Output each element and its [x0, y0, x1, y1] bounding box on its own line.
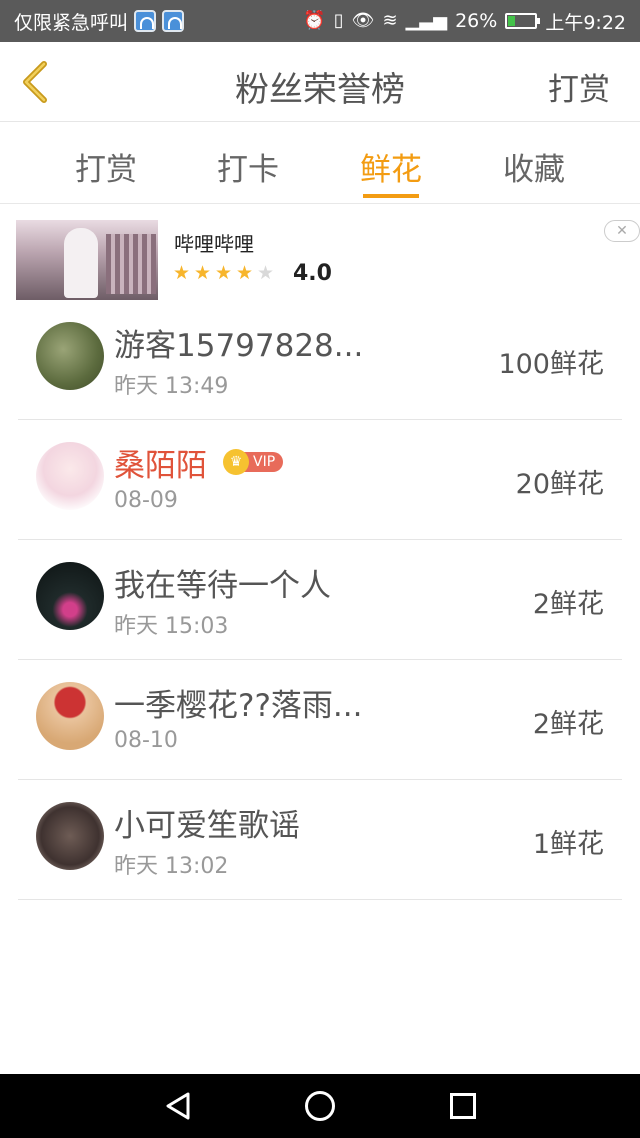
avatar[interactable] [36, 442, 104, 510]
ad-thumbnail [16, 220, 158, 300]
nav-recent-apps-icon[interactable] [450, 1093, 476, 1119]
header: 粉丝荣誉榜 打赏 [0, 42, 640, 122]
tab-reward[interactable]: 打赏 [51, 144, 161, 189]
status-emergency-text: 仅限紧急呼叫 [14, 11, 129, 34]
ad-thumbnail-figure [64, 228, 98, 298]
tab-label: 打赏 [75, 152, 137, 188]
star-icon: ★ [173, 262, 191, 284]
ad-banner[interactable]: 哔哩哔哩 ★ ★ ★ ★ ★ 4.0 ✕ [16, 220, 640, 300]
list-item[interactable]: 一季樱花??落雨... 08-10 2鲜花 [18, 660, 622, 780]
user-date: 昨天 13:49 [114, 374, 229, 399]
nav-back-icon[interactable] [164, 1092, 192, 1120]
tab-flowers[interactable]: 鲜花 [336, 144, 446, 198]
user-date: 昨天 13:02 [114, 854, 229, 879]
signal-icon: ▁▃▅ [405, 10, 448, 31]
flower-count: 2鲜花 [532, 589, 604, 620]
tab-favorites[interactable]: 收藏 [479, 144, 589, 189]
ad-close-icon[interactable]: ✕ [604, 220, 640, 242]
tab-checkin[interactable]: 打卡 [193, 144, 303, 189]
flower-count: 1鲜花 [532, 829, 604, 860]
user-name: 一季樱花??落雨... [114, 688, 363, 724]
vip-badge: ♛ VIP [223, 449, 284, 475]
flower-count: 100鲜花 [498, 349, 604, 380]
tab-label: 收藏 [503, 152, 565, 188]
status-bar: 仅限紧急呼叫 ⏰ ▯ 👁 ≋ ▁▃▅ 26% 上午9:22 [0, 0, 640, 42]
tab-underline [363, 194, 419, 198]
tab-bar: 打赏 打卡 鲜花 收藏 [0, 122, 640, 204]
fan-list: 游客15797828... 昨天 13:49 100鲜花 桑陌陌 ♛ VIP 0… [18, 300, 622, 900]
user-date: 08-09 [114, 488, 178, 513]
battery-percent: 26% [455, 10, 498, 32]
flower-count: 20鲜花 [515, 469, 604, 500]
eye-icon: 👁 [351, 10, 375, 31]
user-name: 桑陌陌 [114, 448, 207, 484]
wifi-icon: ≋ [382, 10, 398, 31]
user-name: 我在等待一个人 [114, 568, 331, 604]
vip-label: VIP [243, 452, 284, 472]
ad-rating-value: 4.0 [293, 261, 332, 286]
crown-icon: ♛ [223, 449, 249, 475]
list-item[interactable]: 桑陌陌 ♛ VIP 08-09 20鲜花 [18, 420, 622, 540]
battery-icon [505, 13, 541, 29]
user-date: 08-10 [114, 728, 178, 753]
star-icon: ★ [215, 262, 233, 284]
star-icon: ★ [194, 262, 212, 284]
ad-rating-stars: ★ ★ ★ ★ ★ [173, 262, 275, 284]
nav-home-icon[interactable] [305, 1091, 335, 1121]
user-date: 昨天 15:03 [114, 614, 229, 639]
user-name: 游客15797828... [114, 328, 364, 364]
ad-thumbnail-rack [106, 234, 156, 294]
avatar[interactable] [36, 682, 104, 750]
tab-label: 打卡 [217, 152, 279, 188]
list-item[interactable]: 小可爱笙歌谣 昨天 13:02 1鲜花 [18, 780, 622, 900]
tab-label: 鲜花 [360, 152, 422, 188]
app-notification-icon [162, 10, 185, 32]
star-icon: ★ [257, 262, 275, 284]
status-time: 上午9:22 [545, 11, 626, 34]
alarm-icon: ⏰ [303, 10, 326, 31]
avatar[interactable] [36, 322, 104, 390]
flower-count: 2鲜花 [532, 709, 604, 740]
list-item[interactable]: 游客15797828... 昨天 13:49 100鲜花 [18, 300, 622, 420]
list-item[interactable]: 我在等待一个人 昨天 15:03 2鲜花 [18, 540, 622, 660]
user-name: 小可爱笙歌谣 [114, 808, 300, 844]
reward-button[interactable]: 打赏 [548, 64, 610, 109]
page-title: 粉丝荣誉榜 [235, 70, 405, 110]
avatar[interactable] [36, 562, 104, 630]
system-nav-bar [0, 1074, 640, 1138]
ad-app-name: 哔哩哔哩 [174, 232, 254, 256]
avatar[interactable] [36, 802, 104, 870]
star-icon: ★ [236, 262, 254, 284]
app-notification-icon [134, 10, 157, 32]
vibrate-icon: ▯ [333, 10, 344, 31]
